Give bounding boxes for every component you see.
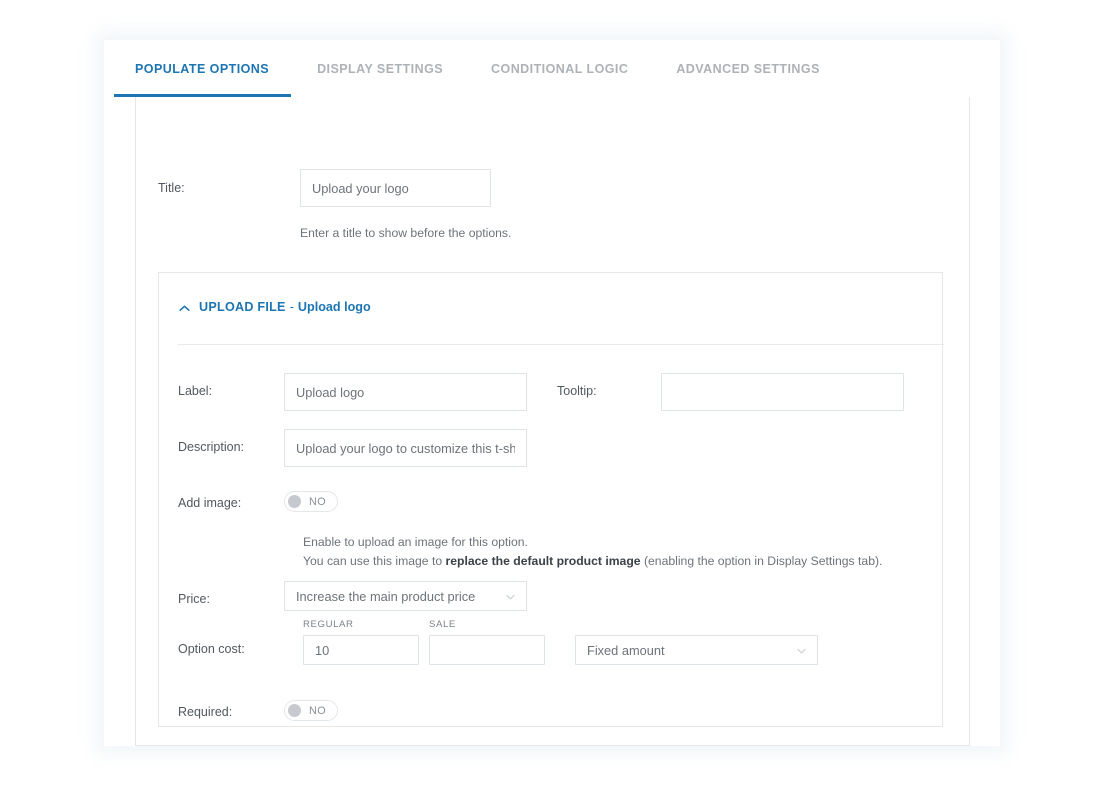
title-field-row: Title: [158,169,491,207]
description-field-row: Description: [178,429,527,467]
required-label: Required: [178,694,284,720]
tab-label: CONDITIONAL LOGIC [491,62,628,76]
cost-type-value: Fixed amount [587,643,665,658]
tab-advanced-settings[interactable]: ADVANCED SETTINGS [676,40,820,97]
regular-caption: REGULAR [303,618,419,631]
section-name-label: Upload logo [298,300,371,314]
required-toggle-state: NO [309,705,326,717]
chevron-down-icon [505,591,516,602]
screenshot-root: POPULATE OPTIONS DISPLAY SETTINGS CONDIT… [0,0,1106,785]
price-field-row: Price: Increase the main product price [178,581,527,611]
regular-cost-field: REGULAR [303,618,419,665]
label-input[interactable] [284,373,527,411]
tab-bar: POPULATE OPTIONS DISPLAY SETTINGS CONDIT… [104,40,1000,97]
section-type-label: UPLOAD FILE [199,300,286,314]
add-image-toggle-state: NO [309,496,326,508]
option-cost-inputs: REGULAR SALE Fixed amount [303,618,818,665]
add-image-field-row: Add image: NO Enable to upload an image … [178,485,338,512]
tab-label: POPULATE OPTIONS [135,62,269,76]
description-field-label: Description: [178,429,284,455]
required-field-row: Required: NO [178,694,338,721]
description-input[interactable] [284,429,527,467]
tab-populate-options[interactable]: POPULATE OPTIONS [135,40,269,97]
tab-panel-populate-options: Title: Enter a title to show before the … [135,97,970,746]
option-cost-label: Option cost: [178,618,284,657]
title-hint: Enter a title to show before the options… [300,224,511,243]
add-image-hint-line1: Enable to upload an image for this optio… [303,533,882,552]
price-select-value: Increase the main product price [296,589,475,604]
label-field-row: Label: [178,373,527,411]
option-cost-field-row: Option cost: REGULAR SALE Fixed amo [178,618,284,657]
sale-caption: SALE [429,618,545,631]
hint-post: (enabling the option in Display Settings… [641,554,883,568]
price-label: Price: [178,581,284,607]
sale-cost-field: SALE [429,618,545,665]
chevron-up-icon [178,302,191,315]
tab-label: DISPLAY SETTINGS [317,62,443,76]
add-image-label: Add image: [178,485,284,511]
required-toggle[interactable]: NO [284,700,338,721]
price-select[interactable]: Increase the main product price [284,581,527,611]
hint-bold: replace the default product image [446,554,641,568]
sale-cost-input[interactable] [429,635,545,665]
cost-type-field: Fixed amount [575,618,818,665]
section-separator: - [290,300,294,314]
title-label: Title: [158,169,300,196]
regular-cost-input[interactable] [303,635,419,665]
title-input[interactable] [300,169,491,207]
tab-display-settings[interactable]: DISPLAY SETTINGS [317,40,443,97]
tooltip-field-label: Tooltip: [557,384,597,399]
tab-label: ADVANCED SETTINGS [676,62,820,76]
toggle-knob-icon [288,495,301,508]
cost-type-select[interactable]: Fixed amount [575,635,818,665]
add-image-toggle[interactable]: NO [284,491,338,512]
option-card-upload-file: UPLOAD FILE - Upload logo Label: Tooltip… [158,272,943,727]
chevron-down-icon [796,645,807,656]
label-field-label: Label: [178,373,284,399]
tooltip-input[interactable] [661,373,904,411]
section-divider [178,344,944,345]
tab-conditional-logic[interactable]: CONDITIONAL LOGIC [491,40,628,97]
hint-pre: You can use this image to [303,554,446,568]
add-image-hints: Enable to upload an image for this optio… [303,533,882,571]
section-header-toggle[interactable]: UPLOAD FILE - Upload logo [178,300,371,314]
settings-panel: POPULATE OPTIONS DISPLAY SETTINGS CONDIT… [104,40,1000,746]
toggle-knob-icon [288,704,301,717]
add-image-hint-line2: You can use this image to replace the de… [303,552,882,571]
